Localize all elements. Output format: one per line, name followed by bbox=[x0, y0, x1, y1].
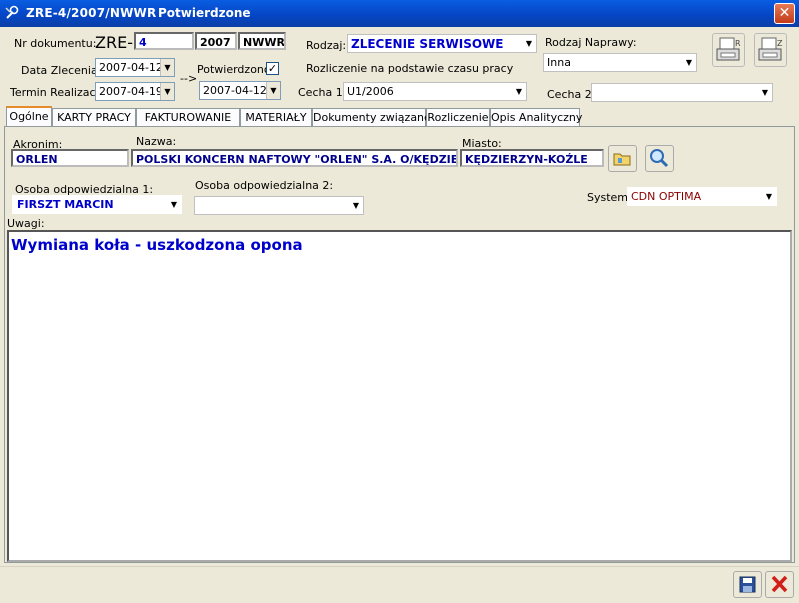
chevron-down-icon: ▼ bbox=[685, 58, 693, 67]
print-r-button[interactable]: R bbox=[712, 33, 745, 67]
tab-dokumenty-zwiazane[interactable]: Dokumenty związane bbox=[312, 108, 431, 127]
potwierdzono-checkbox[interactable]: ✓ bbox=[266, 62, 279, 75]
printer-icon: R bbox=[716, 37, 741, 61]
potwierdzono-label: Potwierdzono: bbox=[197, 63, 275, 76]
search-contractor-button[interactable] bbox=[645, 145, 674, 172]
nr-prefix: ZRE- bbox=[95, 33, 133, 52]
nr-series-field[interactable]: NWWR bbox=[238, 32, 286, 50]
window-status: Potwierdzone bbox=[158, 6, 251, 20]
cecha1-label: Cecha 1: bbox=[298, 86, 347, 99]
cecha2-label: Cecha 2: bbox=[547, 88, 596, 101]
uwagi-textarea[interactable]: Wymiana koła - uszkodzona opona bbox=[7, 230, 792, 562]
floppy-disk-icon bbox=[739, 576, 756, 593]
svg-text:R: R bbox=[735, 39, 741, 48]
tab-ogolne[interactable]: Ogólne bbox=[6, 106, 52, 127]
cecha1-value: U1/2006 bbox=[347, 85, 394, 98]
termin-realizacji-picker[interactable]: 2007-04-19 ▼ bbox=[95, 82, 175, 101]
uwagi-label: Uwagi: bbox=[7, 217, 45, 230]
bottom-toolbar bbox=[0, 566, 799, 603]
tab-materialy[interactable]: MATERIAŁY bbox=[240, 108, 312, 127]
potwierdzono-date-picker[interactable]: 2007-04-12 ▼ bbox=[199, 81, 281, 100]
data-zlecenia-value: 2007-04-12 bbox=[99, 61, 163, 74]
tab-opis-analityczny[interactable]: Opis Analityczny bbox=[490, 108, 582, 127]
osoba2-label: Osoba odpowiedzialna 2: bbox=[195, 179, 334, 192]
cecha2-select[interactable]: ▼ bbox=[591, 83, 773, 102]
select-contractor-button[interactable] bbox=[608, 145, 637, 172]
termin-realizacji-label: Termin Realizacji: bbox=[10, 86, 106, 99]
tab-karty-pracy[interactable]: KARTY PRACY bbox=[52, 108, 136, 127]
chevron-down-icon: ▼ bbox=[266, 82, 280, 99]
save-button[interactable] bbox=[733, 571, 762, 598]
osoba1-select[interactable]: FIRSZT MARCIN ▼ bbox=[12, 195, 182, 214]
data-zlecenia-label: Data Zlecenia: bbox=[21, 64, 102, 77]
chevron-down-icon: ▼ bbox=[160, 83, 174, 100]
nr-dokumentu-label: Nr dokumentu: bbox=[14, 37, 97, 50]
akronim-field[interactable]: ORLEN bbox=[11, 149, 129, 167]
rodzaj-naprawy-value: Inna bbox=[547, 56, 571, 69]
date-arrow: --> bbox=[180, 72, 198, 85]
nazwa-field[interactable]: POLSKI KONCERN NAFTOWY "ORLEN" S.A. O/KĘ… bbox=[131, 149, 458, 167]
rodzaj-select[interactable]: ZLECENIE SERWISOWE ▼ bbox=[347, 34, 537, 53]
chevron-down-icon: ▼ bbox=[765, 192, 773, 201]
chevron-down-icon: ▼ bbox=[167, 196, 181, 213]
print-z-button[interactable]: Z bbox=[754, 33, 787, 67]
system-select[interactable]: CDN OPTIMA ▼ bbox=[627, 187, 777, 206]
rodzaj-naprawy-label: Rodzaj Naprawy: bbox=[545, 36, 637, 49]
window-title: ZRE-4/2007/NWWR bbox=[26, 6, 157, 20]
chevron-down-icon: ▼ bbox=[525, 39, 533, 48]
chevron-down-icon: ▼ bbox=[761, 88, 769, 97]
nazwa-label: Nazwa: bbox=[136, 135, 177, 148]
data-zlecenia-picker[interactable]: 2007-04-12 ▼ bbox=[95, 58, 175, 77]
nr-year-field[interactable]: 2007 bbox=[195, 32, 237, 50]
chevron-down-icon: ▼ bbox=[352, 201, 360, 210]
close-icon bbox=[771, 575, 788, 593]
main-window: ZRE-4/2007/NWWR Potwierdzone ✕ Nr dokume… bbox=[0, 0, 799, 603]
title-bar: ZRE-4/2007/NWWR Potwierdzone ✕ bbox=[0, 0, 799, 27]
chevron-down-icon: ▼ bbox=[160, 59, 174, 76]
search-icon bbox=[650, 149, 669, 168]
close-button[interactable]: ✕ bbox=[774, 3, 795, 24]
printer-icon: Z bbox=[758, 37, 783, 61]
termin-realizacji-value: 2007-04-19 bbox=[99, 85, 163, 98]
cancel-button[interactable] bbox=[765, 571, 794, 598]
rodzaj-value: ZLECENIE SERWISOWE bbox=[351, 37, 504, 51]
potwierdzono-date-value: 2007-04-12 bbox=[203, 84, 267, 97]
cecha1-select[interactable]: U1/2006 ▼ bbox=[343, 82, 527, 101]
miasto-field[interactable]: KĘDZIERZYN-KOŹLE bbox=[460, 149, 604, 167]
rodzaj-label: Rodzaj: bbox=[306, 39, 347, 52]
nr-number-field[interactable]: 4 bbox=[134, 32, 194, 50]
app-tools-icon bbox=[5, 5, 19, 19]
rodzaj-naprawy-select[interactable]: Inna ▼ bbox=[543, 53, 697, 72]
system-value: CDN OPTIMA bbox=[631, 190, 702, 203]
svg-text:Z: Z bbox=[777, 39, 783, 48]
tab-fakturowanie[interactable]: FAKTUROWANIE bbox=[136, 108, 240, 127]
rozliczenie-label: Rozliczenie na podstawie czasu pracy bbox=[306, 62, 514, 75]
chevron-down-icon: ▼ bbox=[515, 87, 523, 96]
osoba1-value: FIRSZT MARCIN bbox=[17, 198, 114, 211]
folder-open-icon bbox=[613, 153, 631, 166]
system-label: System: bbox=[587, 191, 632, 204]
osoba2-select[interactable]: ▼ bbox=[194, 196, 364, 215]
tab-rozliczenie[interactable]: Rozliczenie bbox=[426, 108, 490, 127]
